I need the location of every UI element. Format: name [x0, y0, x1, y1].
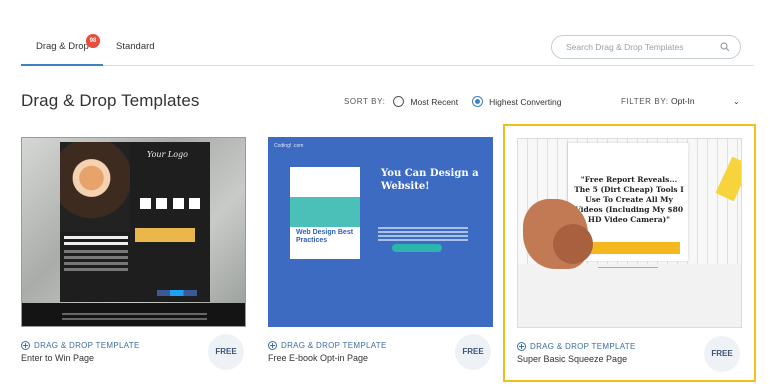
sort-label: SORT BY: [344, 97, 386, 106]
plus-circle-icon [268, 341, 277, 350]
sort-option-most-recent[interactable]: Most Recent [393, 96, 458, 107]
thumbnail-headline: You Can Design a Website! [381, 168, 479, 192]
tab-drag-and-drop[interactable]: Drag & Drop 98 [21, 34, 103, 66]
search-input[interactable] [566, 39, 716, 55]
thumbnail-book-title: Web Design Best Practices [296, 229, 354, 244]
tab-label: Drag & Drop [36, 41, 89, 52]
search-icon[interactable] [720, 42, 730, 52]
template-thumbnail[interactable]: Coding! .com Web Design Best Practices Y… [268, 137, 493, 327]
template-card-squeeze-page[interactable]: "Free Report Reveals... The 5 (Dirt Chea… [503, 124, 756, 382]
price-badge: FREE [455, 334, 491, 370]
sort-option-label: Most Recent [410, 96, 459, 107]
template-type: DRAG & DROP TEMPLATE [268, 341, 387, 350]
chevron-down-icon: ⌄ [733, 97, 740, 106]
template-type: DRAG & DROP TEMPLATE [21, 341, 140, 350]
tab-standard[interactable]: Standard [116, 41, 155, 52]
tab-label: Standard [116, 41, 155, 52]
thumbnail-tag: Coding! .com [274, 143, 304, 149]
plus-circle-icon [517, 342, 526, 351]
count-badge: 98 [86, 34, 100, 48]
template-name: Enter to Win Page [21, 353, 95, 363]
template-thumbnail[interactable]: "Free Report Reveals... The 5 (Dirt Chea… [517, 138, 742, 328]
price-badge: FREE [208, 334, 244, 370]
filter-label: FILTER BY: [621, 97, 669, 106]
filter-value: Opt-In [671, 96, 695, 106]
template-name: Super Basic Squeeze Page [517, 354, 628, 364]
template-name: Free E-book Opt-in Page [268, 353, 369, 363]
search-box [551, 35, 741, 59]
price-badge: FREE [704, 336, 740, 372]
sort-option-label: Highest Converting [489, 96, 562, 107]
thumbnail-headline: "Free Report Reveals... The 5 (Dirt Chea… [574, 175, 684, 224]
sort-option-highest-converting[interactable]: Highest Converting [472, 96, 561, 107]
sort-control: SORT BY: Most Recent Highest Converting [344, 96, 575, 107]
filter-dropdown[interactable]: FILTER BY: Opt-In ⌄ [621, 96, 740, 106]
template-type: DRAG & DROP TEMPLATE [517, 342, 636, 351]
page-title: Drag & Drop Templates [21, 91, 200, 110]
template-thumbnail[interactable]: Your Logo [21, 137, 246, 327]
thumbnail-logo: Your Logo [147, 150, 188, 159]
radio-button[interactable] [472, 96, 484, 107]
plus-circle-icon [21, 341, 30, 350]
radio-button[interactable] [393, 96, 405, 107]
